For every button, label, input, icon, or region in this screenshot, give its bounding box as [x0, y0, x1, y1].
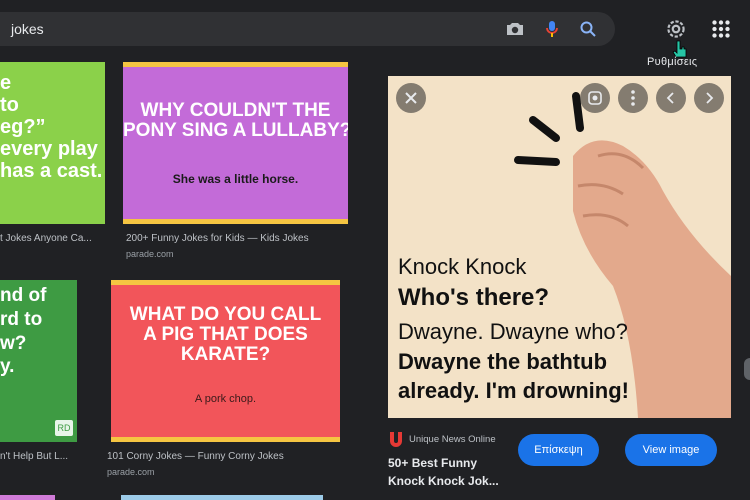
result-image-4[interactable]: WHAT DO YOU CALL A PIG THAT DOES KARATE?… [111, 280, 340, 442]
preview-title[interactable]: 50+ Best Funny Knock Knock Jok... [388, 454, 513, 490]
next-button[interactable] [694, 83, 724, 113]
result-2-source: parade.com [126, 249, 174, 259]
result-4-caption[interactable]: 101 Corny Jokes — Funny Corny Jokes [107, 451, 337, 462]
preview-line-2: Who's there? [398, 284, 550, 311]
preview-description [388, 492, 503, 500]
result-4-answer: A pork chop. [194, 393, 257, 405]
result-2-caption[interactable]: 200+ Funny Jokes for Kids — Kids Jokes [126, 233, 356, 244]
more-vert-icon [631, 90, 635, 106]
scrollbar-handle[interactable] [744, 358, 750, 380]
result-3-text: nd of rd to w? y. [0, 285, 47, 378]
preview-image[interactable]: Knock Knock Who's there? Dwayne. Dwayne … [388, 76, 731, 418]
close-preview-button[interactable] [396, 83, 426, 113]
preview-source-name[interactable]: Unique News Online [409, 434, 496, 445]
preview-line-5: already. I'm drowning! [398, 378, 629, 403]
more-options-button[interactable] [618, 83, 648, 113]
search-box[interactable]: jokes [0, 12, 615, 46]
top-bar: jokes Ρυθμίσεις [0, 0, 750, 68]
lens-icon [588, 91, 602, 105]
preview-line-4: Dwayne the bathtub [398, 349, 608, 374]
result-4-source: parade.com [107, 467, 155, 477]
previous-button[interactable] [656, 83, 686, 113]
result-image-2[interactable]: WHY COULDN'T THE PONY SING A LULLABY? Sh… [123, 62, 348, 224]
result-3-caption[interactable]: n't Help But L... [0, 451, 80, 462]
preview-line-3: Dwayne. Dwayne who? [398, 319, 628, 344]
result-2-headline: WHY COULDN'T THE PONY SING A LULLABY? [123, 100, 348, 141]
settings-tooltip: Ρυθμίσεις [647, 56, 698, 68]
result-1-caption[interactable]: t Jokes Anyone Ca... [0, 233, 105, 244]
chevron-right-icon [706, 92, 714, 104]
camera-icon[interactable] [503, 17, 527, 41]
result-image-5[interactable] [0, 495, 55, 500]
rd-logo-icon: RD [55, 420, 73, 436]
visit-button[interactable]: Επίσκεψη [518, 434, 599, 466]
result-image-1[interactable]: e to eg?” every play has a cast. [0, 62, 105, 224]
apps-grid-icon[interactable] [708, 16, 734, 42]
result-4-headline: WHAT DO YOU CALL A PIG THAT DOES KARATE? [129, 304, 322, 365]
result-image-3[interactable]: nd of rd to w? y. RD [0, 280, 77, 442]
result-image-6[interactable] [121, 495, 323, 500]
lens-button[interactable] [580, 83, 610, 113]
search-icon[interactable] [576, 17, 600, 41]
result-2-answer: She was a little horse. [172, 172, 299, 186]
gear-icon[interactable] [663, 16, 689, 42]
chevron-left-icon [666, 92, 674, 104]
search-input[interactable]: jokes [11, 21, 44, 37]
preview-line-1: Knock Knock [398, 254, 527, 279]
view-image-button[interactable]: View image [625, 434, 717, 466]
microphone-icon[interactable] [540, 17, 564, 41]
close-icon [405, 92, 417, 104]
source-logo-icon [390, 432, 402, 447]
result-1-text: e to eg?” every play has a cast. [0, 72, 103, 182]
